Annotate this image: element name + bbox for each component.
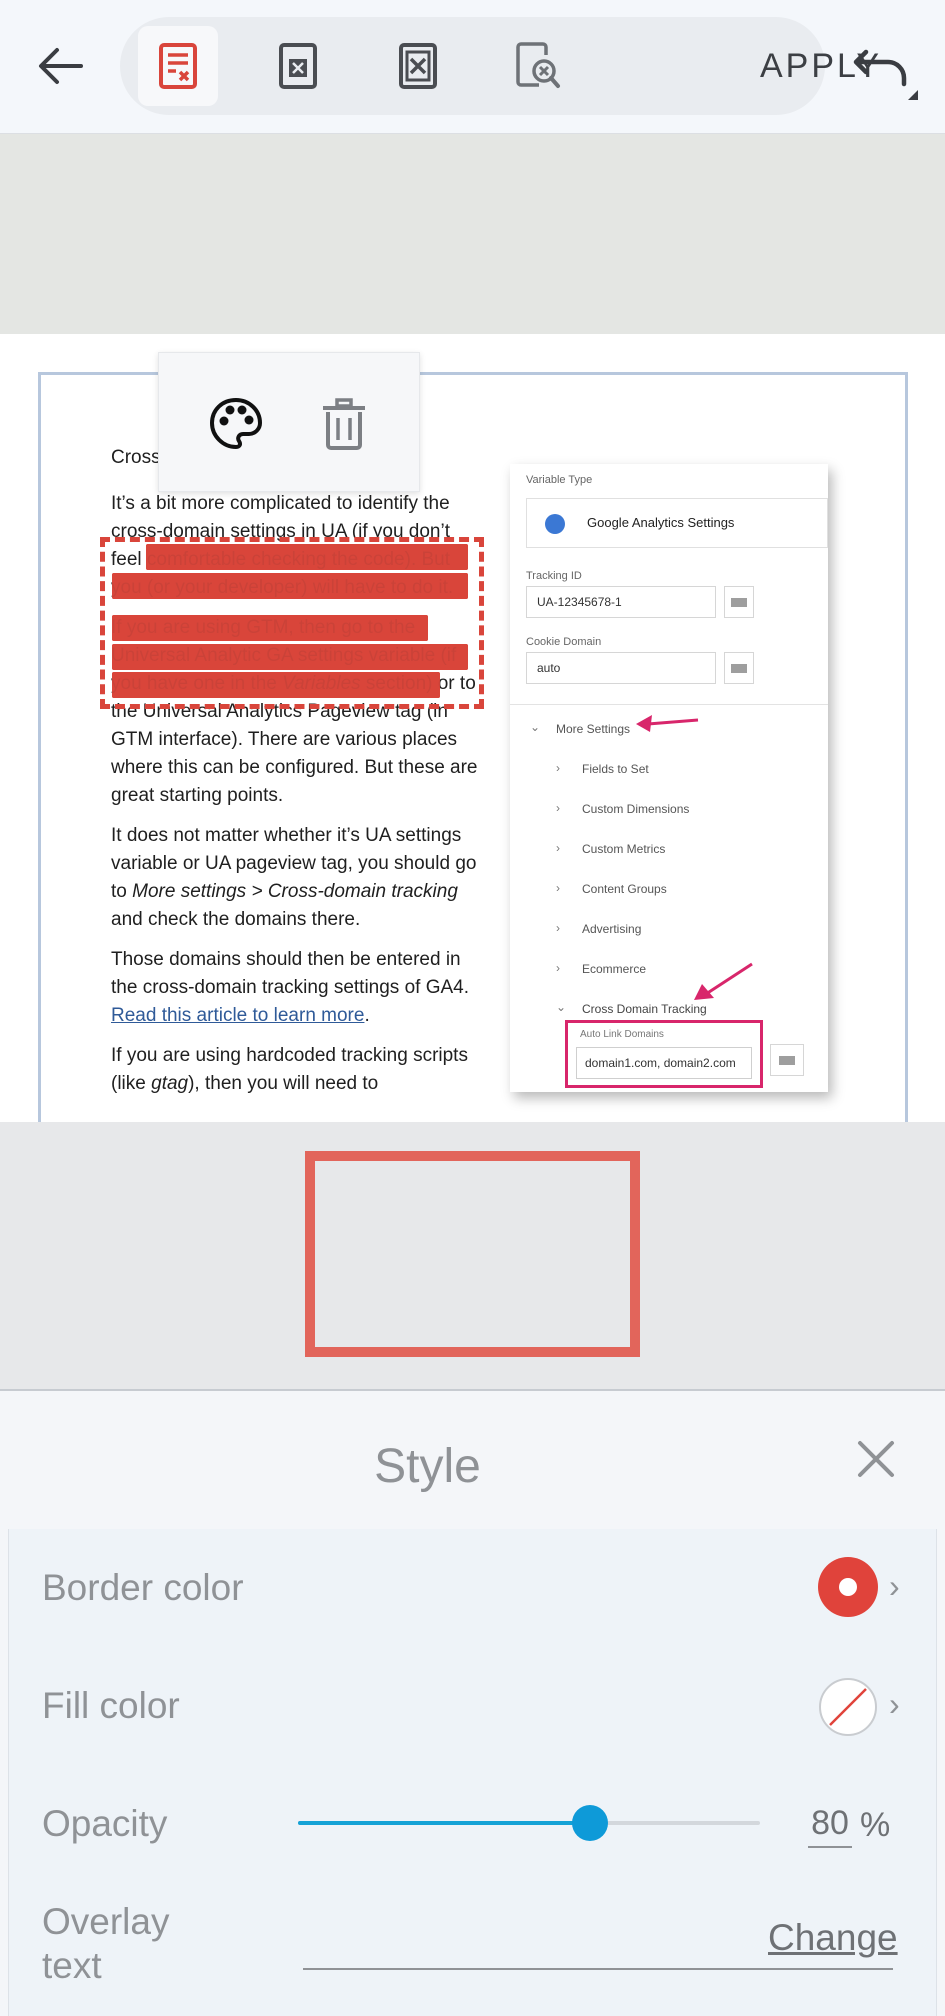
cookie-domain-label: Cookie Domain [526,636,602,648]
fill-color-label: Fill color [42,1685,180,1726]
variable-type-value: Google Analytics Settings [587,515,735,530]
variable-type-label: Variable Type [526,474,593,486]
chevron-right-icon: › [556,881,560,895]
undo-icon [853,49,918,100]
settings-item: Advertising [582,922,642,936]
redaction-tools: APPLY [120,17,879,115]
chevron-down-icon: ⌄ [556,1000,567,1014]
no-fill-icon [819,1678,877,1736]
settings-item: Fields to Set [582,762,649,776]
emphasis: gtag [151,1073,189,1094]
paragraph-text: . [364,1005,370,1026]
variable-picker-icon [724,652,754,684]
settings-item: Custom Metrics [582,842,666,856]
redact-box-tool[interactable] [378,26,458,106]
opacity-unit: % [860,1806,891,1844]
redact-search-tool[interactable] [498,26,578,106]
annotation-arrow-icon [694,962,753,1000]
chevron-right-icon: › [556,961,560,975]
paragraph: Those domains should then be entered in … [111,946,481,1030]
chevron-right-icon: › [556,921,560,935]
more-settings-row: More Settings [556,722,631,736]
opacity-slider-thumb[interactable] [572,1805,608,1841]
chevron-right-icon: › [556,801,560,815]
close-icon [858,1441,894,1477]
overlay-label-line: text [42,1945,102,1986]
paragraph-text: Those domains should then be entered in … [111,949,469,998]
chevron-right-icon[interactable]: › [889,1686,900,1723]
palette-icon [209,397,263,450]
opacity-slider[interactable] [298,1805,760,1841]
back-button[interactable] [28,34,92,98]
fill-color-swatch[interactable] [818,1677,878,1737]
border-color-swatch[interactable] [818,1557,878,1617]
annotation-arrow-icon [636,715,699,732]
redact-page-icon [279,43,317,89]
app-root: APPLY Cross It’s a bit more complicated … [0,0,945,2016]
overlay-label-line: Overlay [42,1901,170,1942]
variable-picker-icon [724,586,754,618]
undo-button[interactable] [852,38,932,108]
auto-link-field: domain1.com, domain2.com [576,1047,752,1079]
panel-title: Style [374,1440,481,1493]
settings-item: Content Groups [582,882,667,896]
settings-item: Custom Dimensions [582,802,690,816]
chevron-down-icon: ⌄ [530,720,541,734]
opacity-slider-fill [298,1821,590,1825]
article-link[interactable]: Read this article to learn more [111,1005,364,1026]
redact-text-tool[interactable] [138,26,218,106]
redact-box-icon [399,43,437,89]
change-overlay-text-button[interactable]: Change [768,1917,898,1959]
back-arrow-icon [39,48,83,84]
tracking-id-field: UA-12345678-1 [526,586,716,618]
close-button[interactable] [856,1439,896,1479]
variable-type-box: Google Analytics Settings [526,498,828,548]
gear-icon [545,514,565,534]
shape-style-preview [305,1151,640,1357]
embedded-gtm-screenshot: Variable Type Google Analytics Settings … [510,464,828,1092]
variable-picker-icon [770,1044,804,1076]
paragraph: It does not matter whether it’s UA setti… [111,822,481,934]
divider [510,704,828,705]
redact-text-icon [159,43,197,89]
delete-button[interactable] [309,389,379,459]
chevron-right-icon[interactable]: › [889,1568,900,1605]
trash-icon [323,398,365,450]
settings-item: Ecommerce [582,962,647,976]
redact-page-tool[interactable] [258,26,338,106]
annotation-context-menu [158,352,420,492]
tracking-id-label: Tracking ID [526,570,582,582]
overlay-text-label: Overlay text [42,1900,169,1988]
opacity-label: Opacity [42,1803,168,1844]
auto-link-label: Auto Link Domains [580,1029,664,1040]
cookie-domain-field: auto [526,652,716,684]
paragraph-text: ), then you will need to [188,1073,379,1094]
border-color-label: Border color [42,1567,244,1608]
style-button[interactable] [201,389,271,459]
overlay-text-field[interactable] [303,1968,893,1970]
emphasis: More settings > Cross-domain tracking [132,881,458,902]
paragraph: If you are using hardcoded tracking scri… [111,1042,481,1098]
chevron-right-icon: › [556,761,560,775]
auto-link-highlight: Auto Link Domains domain1.com, domain2.c… [565,1020,763,1088]
top-toolbar: APPLY [0,0,945,134]
paragraph-text: and check the domains there. [111,909,361,930]
redact-search-icon [516,42,560,88]
opacity-value-input[interactable]: 80 [808,1800,852,1848]
document-margin-top [0,134,945,334]
selected-redaction-box[interactable] [100,537,484,709]
chevron-right-icon: › [556,841,560,855]
cross-domain-row: Cross Domain Tracking [582,1002,707,1016]
